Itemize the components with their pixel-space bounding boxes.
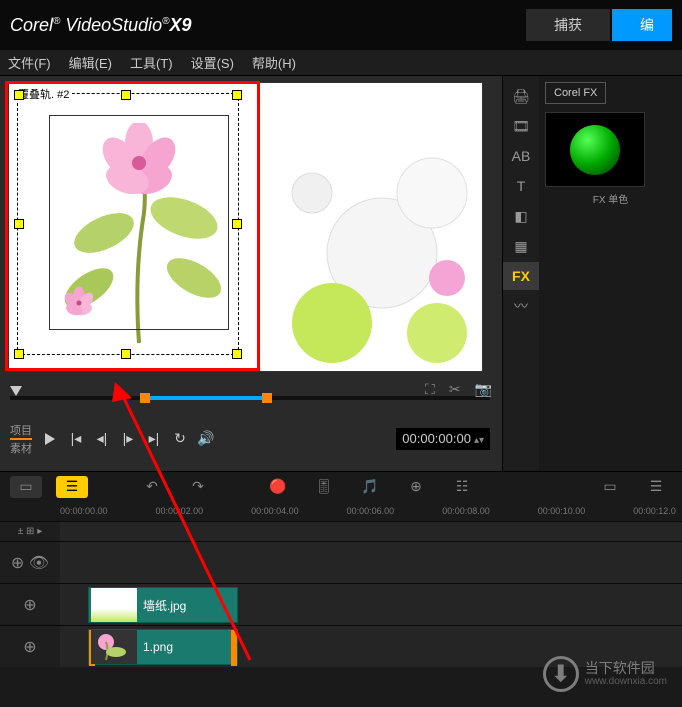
redo-button[interactable]: ↷ [182, 476, 214, 498]
path-button[interactable]: 〰 [503, 292, 539, 320]
instant-project-button[interactable]: 🎞 [503, 112, 539, 140]
fx-preview-icon [570, 125, 620, 175]
timeline-ruler[interactable]: 00:00:00.00 00:00:02.00 00:00:04.00 00:0… [0, 501, 682, 521]
clip-thumbnail [91, 630, 137, 664]
clip-overlay[interactable]: 1.png [88, 629, 238, 665]
fx-thumbnail-label: FX 单色 [545, 191, 676, 206]
timeline-view-button[interactable]: ☰ [56, 476, 88, 498]
fx-button[interactable]: FX [503, 262, 539, 290]
video-track-1[interactable] [60, 542, 682, 583]
menu-help[interactable]: 帮助(H) [252, 53, 296, 72]
repeat-button[interactable]: ↻ [172, 431, 188, 447]
split-icon[interactable]: ✂ [449, 381, 461, 398]
menu-settings[interactable]: 设置(S) [191, 53, 234, 72]
tab-edit[interactable]: 编 [612, 9, 672, 41]
go-end-button[interactable]: ▸| [146, 431, 162, 447]
resize-handle-mr[interactable] [232, 219, 242, 229]
playhead-marker[interactable] [10, 386, 22, 396]
go-start-button[interactable]: |◂ [68, 431, 84, 447]
app-logo: Corel® VideoStudio®X9 [10, 15, 192, 36]
fx-thumbnail[interactable] [545, 112, 645, 187]
track-tools[interactable]: ± ⊞ ▸ [0, 522, 60, 541]
mode-project[interactable]: 项目 [10, 422, 32, 440]
trim-out-handle[interactable] [262, 393, 272, 403]
motion-track-button[interactable]: ⊕ [400, 476, 432, 498]
menu-edit[interactable]: 编辑(E) [69, 53, 112, 72]
mode-clip[interactable]: 素材 [10, 440, 32, 456]
preview-tool-icons: ⛶ ✂ 📷 [425, 381, 492, 398]
selection-box[interactable] [17, 93, 239, 355]
clip-thumbnail [91, 588, 137, 622]
fx-category-tab[interactable]: Corel FX [545, 82, 606, 104]
resize-handle-bl[interactable] [14, 349, 24, 359]
menu-tools[interactable]: 工具(T) [130, 53, 173, 72]
scrubber[interactable] [10, 386, 490, 406]
filter-button[interactable]: ▦ [503, 232, 539, 260]
play-button[interactable] [42, 431, 58, 447]
chapter-button[interactable]: ▭ [594, 476, 626, 498]
trim-in-handle[interactable] [140, 393, 150, 403]
overlay-track-head[interactable]: ⊕ [0, 626, 60, 667]
audio-mixer-button[interactable]: 🎚 [308, 476, 340, 498]
trim-range[interactable] [145, 396, 265, 400]
graphic-button[interactable]: ◧ [503, 202, 539, 230]
auto-music-button[interactable]: 🎵 [354, 476, 386, 498]
undo-button[interactable]: ↶ [136, 476, 168, 498]
title-button[interactable]: T [503, 172, 539, 200]
prev-frame-button[interactable]: ◂| [94, 431, 110, 447]
background-image [282, 133, 482, 372]
watermark: ⬇ 当下软件园 www.downxia.com [543, 656, 667, 692]
media-library-button[interactable]: 🖨 [503, 82, 539, 110]
menu-file[interactable]: 文件(F) [8, 53, 51, 72]
resize-handle-ml[interactable] [14, 219, 24, 229]
tab-capture[interactable]: 捕获 [526, 9, 610, 41]
video-track-2-head[interactable]: ⊕ [0, 584, 60, 625]
snapshot-icon[interactable]: 📷 [475, 381, 492, 398]
resize-handle-tl[interactable] [14, 90, 24, 100]
volume-button[interactable]: 🔊 [198, 431, 214, 447]
resize-handle-br[interactable] [232, 349, 242, 359]
next-frame-button[interactable]: |▸ [120, 431, 136, 447]
record-button[interactable]: 🔴 [262, 476, 294, 498]
clip-wallpaper[interactable]: 墙纸.jpg [88, 587, 238, 623]
timecode-display[interactable]: 00:00:00:00▴▾ [396, 428, 490, 450]
video-track-head[interactable]: ⊕ 👁 [0, 542, 60, 583]
resize-handle-tm[interactable] [121, 90, 131, 100]
video-track-2[interactable]: 墙纸.jpg [60, 584, 682, 625]
resize-handle-tr[interactable] [232, 90, 242, 100]
preview-panel: 覆叠轨. #2 [0, 76, 502, 471]
clip-out-edge[interactable] [231, 630, 237, 666]
storyboard-view-button[interactable]: ▭ [10, 476, 42, 498]
resize-handle-bm[interactable] [121, 349, 131, 359]
subtitle-button[interactable]: ☷ [446, 476, 478, 498]
transition-button[interactable]: AB [503, 142, 539, 170]
menu-bar: 文件(F) 编辑(E) 工具(T) 设置(S) 帮助(H) [0, 50, 682, 76]
track-manager-button[interactable]: ☰ [640, 476, 672, 498]
expand-icon[interactable]: ⛶ [425, 381, 435, 398]
